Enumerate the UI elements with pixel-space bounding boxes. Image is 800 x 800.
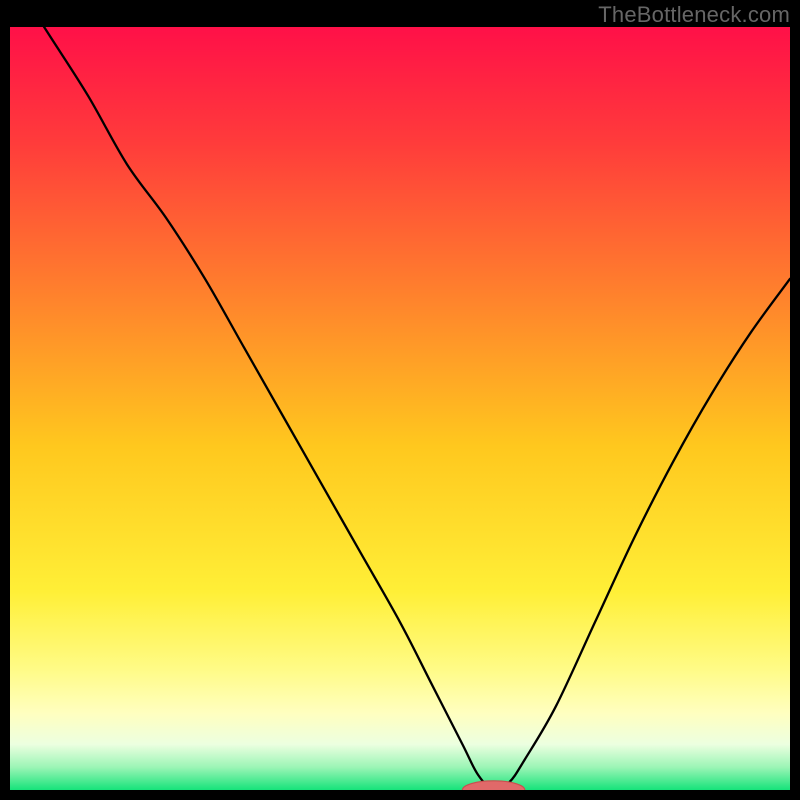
watermark-text: TheBottleneck.com	[598, 2, 790, 28]
bottleneck-chart	[10, 27, 790, 790]
plot-background	[10, 27, 790, 790]
chart-frame: TheBottleneck.com	[0, 0, 800, 800]
